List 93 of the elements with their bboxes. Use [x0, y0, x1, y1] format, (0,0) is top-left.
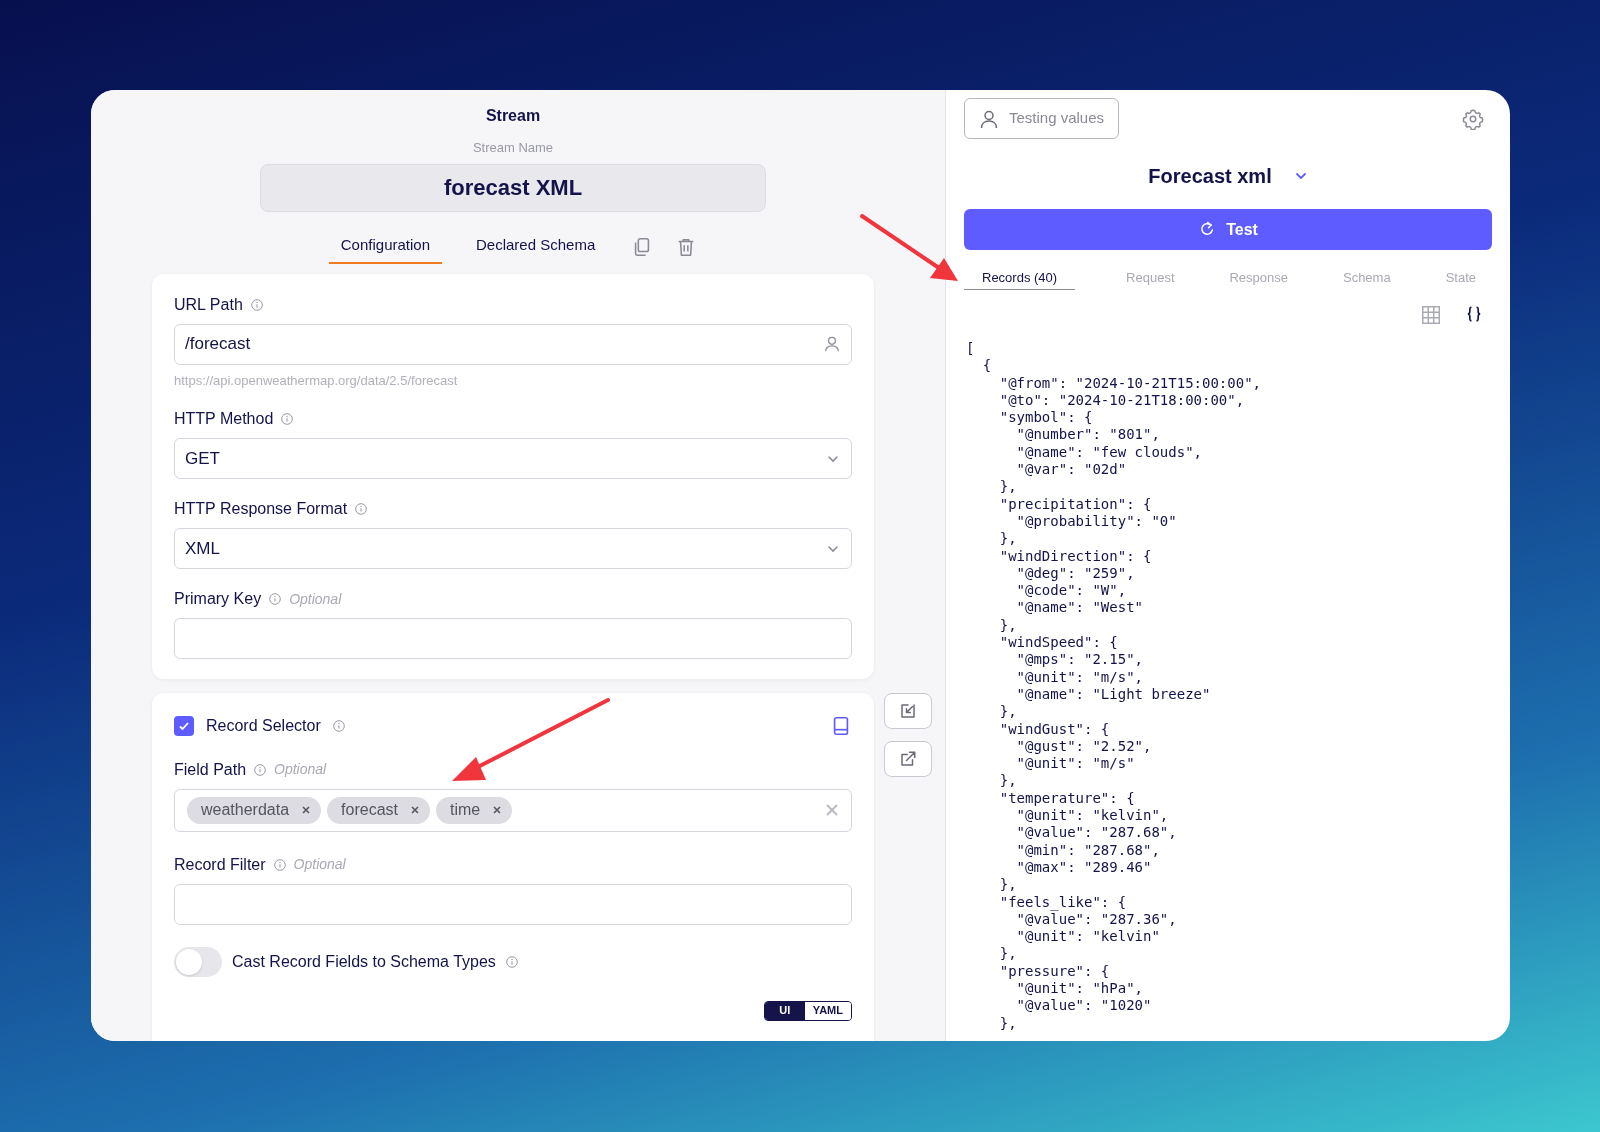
code-line: "@name": "Light breeze"	[1015, 685, 1212, 704]
code-line: "@mps": "2.15",	[1015, 651, 1144, 669]
external-link-icon	[899, 749, 917, 768]
remove-icon	[301, 805, 312, 815]
clear-icon	[825, 803, 839, 817]
section-title: Stream	[485, 106, 541, 126]
optional-label: Optional	[293, 855, 346, 874]
info-icon	[250, 298, 263, 311]
code-line: "@code": "W",	[1015, 582, 1128, 600]
hint-text: https://api.openweathermap.org/data/2.5/forecast	[174, 371, 459, 390]
info-icon	[355, 503, 368, 515]
code-line: "@unit": "kelvin",	[1015, 807, 1170, 825]
field-label: HTTP Method	[174, 409, 274, 429]
field-label: Record Filter	[174, 854, 266, 875]
checkbox[interactable]	[174, 715, 194, 736]
info-icon	[505, 955, 518, 968]
code-line: "@unit": "hPa",	[1015, 980, 1144, 998]
remove-icon	[492, 805, 503, 815]
info-icon	[273, 858, 286, 871]
info-icon	[332, 719, 345, 732]
code-line: "windSpeed": {	[998, 634, 1119, 652]
input-field[interactable]	[174, 618, 852, 659]
code-line: },	[998, 703, 1018, 721]
code-line: "@value": "287.68",	[1015, 824, 1178, 842]
user-icon	[979, 108, 999, 129]
tab[interactable]: Configuration	[328, 229, 442, 264]
select-field[interactable]: GET	[174, 438, 852, 479]
mode-toggle[interactable]: UI	[764, 1001, 805, 1020]
open-external-button[interactable]	[884, 740, 932, 777]
info-icon	[269, 593, 282, 605]
code-line: "@to": "2024-10-21T18:00:00",	[998, 391, 1246, 410]
field-label: Field Path	[174, 759, 247, 780]
code-line: "@number": "801",	[1015, 426, 1161, 444]
stream-selector[interactable]: Forecast xml	[1148, 161, 1308, 191]
select-field[interactable]: XML	[174, 528, 852, 569]
info-icon	[254, 763, 267, 776]
input-field[interactable]: /forecast	[174, 323, 852, 365]
import-button[interactable]	[884, 692, 932, 729]
testing-values-button[interactable]: Testing values	[964, 98, 1120, 139]
code-line: "@min": "287.68",	[1015, 841, 1161, 859]
code-line: "temperature": {	[998, 789, 1136, 807]
settings-icon[interactable]	[1462, 107, 1484, 130]
code-line: "windDirection": {	[998, 547, 1153, 565]
code-line: },	[998, 945, 1018, 963]
code-line: },	[998, 616, 1018, 635]
toggle-switch[interactable]	[174, 946, 222, 977]
tag-chip[interactable]: forecast	[327, 796, 430, 824]
code-line: "symbol": {	[998, 409, 1094, 427]
code-line: "@name": "few clouds",	[1015, 443, 1203, 462]
tag-input-field[interactable]: weatherdata forecast time	[174, 788, 852, 832]
code-line: },	[998, 876, 1018, 894]
code-line: "windGust": {	[998, 720, 1111, 738]
stream-name-field[interactable]: forecast XML	[260, 163, 766, 212]
code-line: },	[998, 1014, 1018, 1032]
code-line: "@probability": "0"	[1015, 512, 1178, 531]
field-label: URL Path	[174, 294, 243, 315]
code-line: },	[998, 530, 1018, 548]
code-line: "@value": "1020"	[1015, 997, 1153, 1015]
tag-chip[interactable]: weatherdata	[187, 796, 322, 824]
tag-chip[interactable]: time	[436, 796, 513, 824]
remove-icon	[410, 805, 420, 815]
code-line: "@value": "287.36",	[1016, 910, 1178, 929]
field-label: Stream Name	[472, 139, 554, 157]
code-line: "@deg": "259",	[1015, 564, 1136, 583]
code-line: "@name": "West"	[1015, 599, 1144, 617]
code-line: },	[998, 478, 1018, 496]
user-icon	[823, 335, 841, 353]
optional-label: Optional	[274, 760, 327, 779]
test-button[interactable]: Test	[964, 209, 1492, 250]
code-line: "precipitation": {	[998, 495, 1153, 513]
tab[interactable]: Declared Schema	[464, 229, 608, 264]
code-line: "@gust": "2.52",	[1015, 737, 1153, 756]
code-line: "@unit": "m/s",	[1015, 668, 1144, 686]
table-view-icon[interactable]	[1420, 304, 1442, 326]
code-line: "@from": "2024-10-21T15:00:00",	[998, 374, 1262, 392]
code-line: "@unit": "m/s"	[1015, 755, 1136, 773]
field-label: HTTP Response Format	[174, 499, 348, 519]
code-line: "@var": "02d"	[1015, 461, 1128, 479]
code-line: "pressure": {	[998, 962, 1111, 980]
tab[interactable]: Records (40)	[964, 266, 1076, 290]
import-icon	[899, 701, 917, 720]
code-line: {	[981, 357, 993, 375]
info-icon	[281, 413, 294, 425]
input-field[interactable]	[174, 883, 852, 925]
code-line: [	[966, 340, 976, 358]
toggle-label: Cast Record Fields to Schema Types	[232, 951, 496, 972]
code-line: "feels_like": {	[998, 893, 1128, 911]
checkbox-label: Record Selector	[206, 715, 321, 736]
code-line: },	[998, 772, 1018, 790]
code-line: "@unit": "kelvin"	[1015, 928, 1161, 946]
optional-label: Optional	[289, 589, 342, 609]
code-line: "@max": "289.46"	[1015, 858, 1153, 877]
field-label: Primary Key	[174, 589, 262, 609]
